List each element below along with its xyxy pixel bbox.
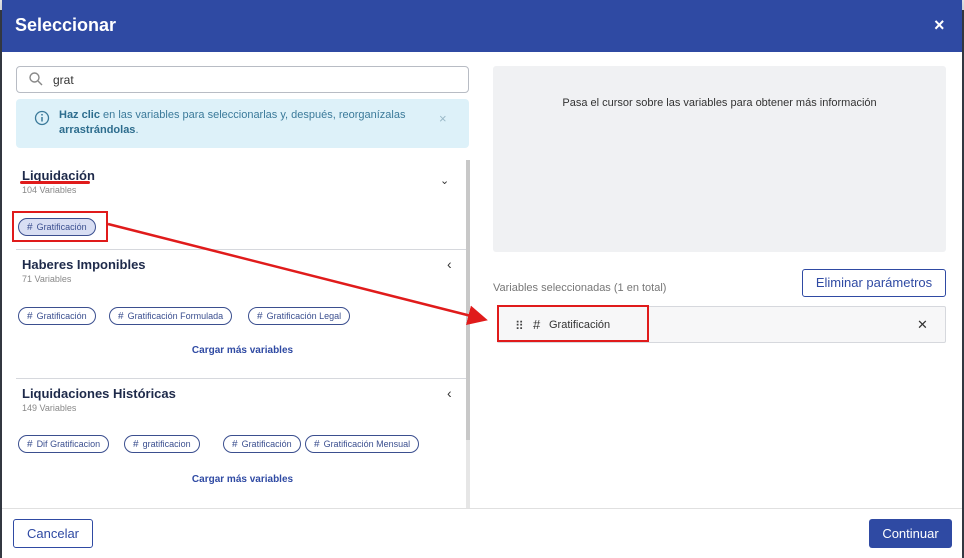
variable-chip[interactable]: # gratificacion <box>124 435 200 453</box>
scrollbar-thumb[interactable] <box>466 160 470 440</box>
selected-variables-label: Variables seleccionadas (1 en total) <box>493 282 667 294</box>
variable-info-text: Pasa el cursor sobre las variables para … <box>562 97 877 109</box>
close-icon[interactable]: × <box>439 111 447 126</box>
search-value[interactable]: grat <box>53 73 74 87</box>
group-title[interactable]: Liquidaciones Históricas <box>22 386 176 401</box>
dialog-header: Seleccionar × <box>2 0 962 52</box>
annotation-box-source <box>12 211 108 242</box>
group-count: 104 Variables <box>22 185 77 195</box>
search-icon <box>29 72 43 86</box>
variable-chip[interactable]: # Gratificación <box>18 307 96 325</box>
annotation-underline <box>20 181 90 184</box>
group-title[interactable]: Haberes Imponibles <box>22 257 146 272</box>
list-scrollbar[interactable] <box>466 160 470 508</box>
load-more-link[interactable]: Cargar más variables <box>16 474 469 485</box>
group-count: 71 Variables <box>22 274 72 284</box>
group-liquidaciones-historicas: Liquidaciones Históricas 149 Variables ‹… <box>16 379 469 508</box>
variable-chip[interactable]: # Gratificación Mensual <box>305 435 420 453</box>
chevron-left-icon[interactable]: ‹ <box>447 256 452 272</box>
cancel-button[interactable]: Cancelar <box>13 519 93 548</box>
load-more-link[interactable]: Cargar más variables <box>16 345 469 356</box>
continue-button[interactable]: Continuar <box>869 519 952 548</box>
dialog-title: Seleccionar <box>15 15 117 35</box>
group-count: 149 Variables <box>22 403 77 413</box>
info-text: Haz clic en las variables para seleccion… <box>59 109 406 136</box>
annotation-box-target <box>497 305 649 342</box>
select-variables-dialog: Seleccionar × grat Haz clic en las varia… <box>2 0 962 558</box>
close-icon[interactable]: × <box>934 15 945 36</box>
group-haberes-imponibles: Haberes Imponibles 71 Variables ‹ # Grati… <box>16 250 469 379</box>
info-icon <box>34 110 50 126</box>
variable-chip[interactable]: # Dif Gratificacion <box>18 435 110 453</box>
chevron-left-icon[interactable]: ‹ <box>447 385 452 401</box>
variable-chip[interactable]: # Gratificación Legal <box>248 307 351 325</box>
search-input[interactable]: grat <box>16 66 469 93</box>
close-icon[interactable]: ✕ <box>917 317 928 333</box>
variable-info-panel: Pasa el cursor sobre las variables para … <box>493 66 946 252</box>
clear-parameters-button[interactable]: Eliminar parámetros <box>802 269 946 297</box>
variable-chip[interactable]: # Gratificación Formulada <box>109 307 233 325</box>
chevron-down-icon[interactable]: ⌄ <box>440 174 449 187</box>
dialog-footer: Cancelar Continuar <box>2 508 962 558</box>
variable-chip[interactable]: # Gratificación <box>223 435 301 453</box>
info-banner: Haz clic en las variables para seleccion… <box>16 99 469 148</box>
